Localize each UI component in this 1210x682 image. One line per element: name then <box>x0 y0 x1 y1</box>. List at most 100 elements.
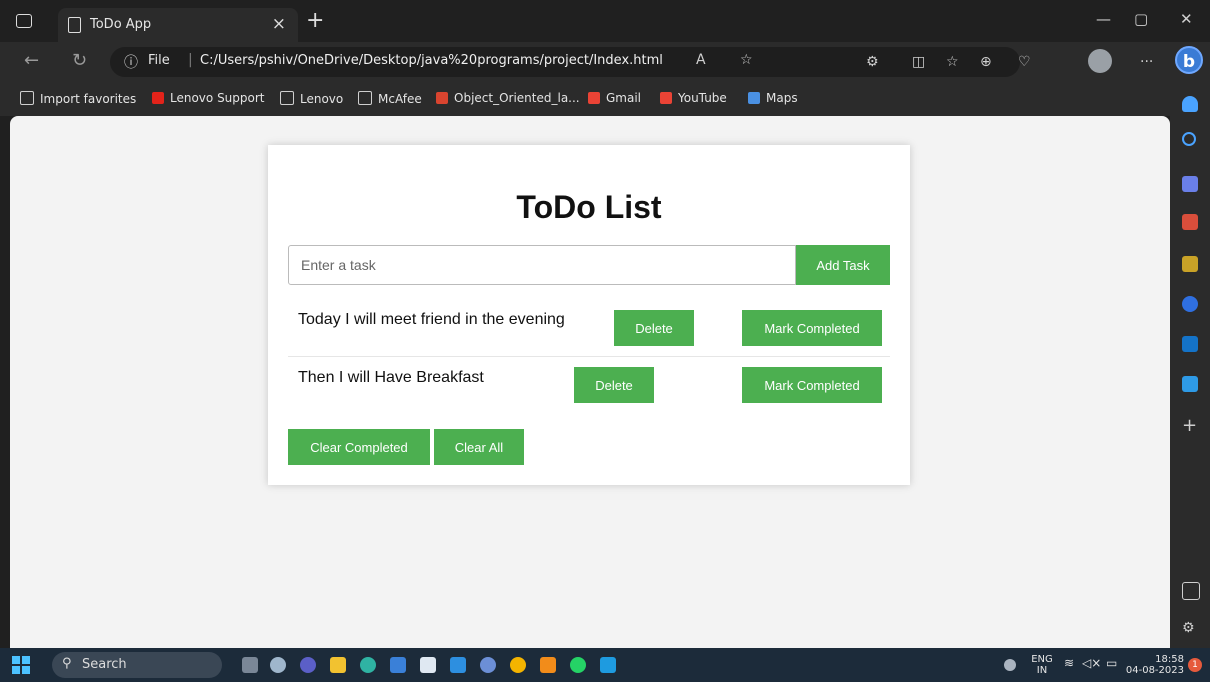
read-aloud-icon[interactable]: A <box>696 52 706 68</box>
maps-icon <box>748 92 760 104</box>
import-icon <box>20 91 34 105</box>
file-explorer-icon[interactable] <box>330 657 346 673</box>
outlook-icon[interactable] <box>1182 336 1198 352</box>
task-input[interactable] <box>288 245 796 285</box>
mark-completed-button[interactable]: Mark Completed <box>742 367 882 403</box>
chrome-icon[interactable] <box>510 657 526 673</box>
favorite-label: Gmail <box>606 91 642 105</box>
favorite-item[interactable]: Gmail <box>588 91 641 105</box>
favorite-item[interactable]: Lenovo <box>280 91 343 106</box>
language-indicator[interactable]: ENG IN <box>1030 654 1054 676</box>
maximize-button[interactable]: ▢ <box>1134 10 1148 28</box>
page-icon <box>358 91 372 105</box>
favorite-label: Object_Oriented_la... <box>454 91 580 105</box>
app-icon[interactable] <box>420 657 436 673</box>
favorite-item[interactable]: Import favorites <box>20 91 136 106</box>
delete-button[interactable]: Delete <box>614 310 694 346</box>
tray-app-icon[interactable] <box>1004 659 1016 671</box>
widgets-icon[interactable] <box>270 657 286 673</box>
vscode-icon[interactable] <box>450 657 466 673</box>
favorite-item[interactable]: McAfee <box>358 91 422 106</box>
tab-title: ToDo App <box>90 17 152 32</box>
windows-start-icon[interactable] <box>12 656 30 674</box>
search-label: Search <box>82 657 127 672</box>
page-title: ToDo List <box>516 189 662 225</box>
favorite-item[interactable]: Lenovo Support <box>152 91 265 105</box>
search-icon: ⚲ <box>62 656 72 671</box>
sidebar-toggle-icon[interactable] <box>1182 582 1200 600</box>
r-icon[interactable] <box>480 657 496 673</box>
new-tab-button[interactable]: + <box>306 8 324 33</box>
date: 04-08-2023 <box>1125 665 1184 676</box>
copilot-icon[interactable] <box>1182 296 1198 312</box>
battery-icon[interactable]: ▭ <box>1106 657 1117 669</box>
games-icon[interactable] <box>1182 256 1198 272</box>
health-icon[interactable]: ♡ <box>1018 54 1031 70</box>
outlook-icon[interactable] <box>600 657 616 673</box>
file-label: File <box>148 53 170 68</box>
info-icon[interactable]: ⓘ <box>124 52 138 72</box>
volume-muted-icon[interactable]: ◁× <box>1082 657 1101 669</box>
store-icon[interactable] <box>390 657 406 673</box>
task-text: Then I will Have Breakfast <box>298 369 484 386</box>
gmail-icon <box>660 92 672 104</box>
tab-actions-icon[interactable] <box>16 14 32 28</box>
favorite-item[interactable]: Maps <box>748 91 798 105</box>
back-icon[interactable]: ← <box>24 50 39 71</box>
time: 18:58 <box>1155 654 1184 665</box>
collections-icon[interactable]: ⊕ <box>980 54 992 70</box>
vlc-icon[interactable] <box>540 657 556 673</box>
favorite-label: Maps <box>766 91 798 105</box>
bing-copilot-icon[interactable]: b <box>1175 46 1203 74</box>
taskbar-search[interactable]: ⚲ Search <box>52 652 222 678</box>
drop-icon[interactable] <box>1182 376 1198 392</box>
language-region: IN <box>1036 665 1048 676</box>
clock[interactable]: 18:58 04-08-2023 <box>1124 654 1184 676</box>
clear-completed-button[interactable]: Clear Completed <box>288 429 430 465</box>
notification-badge[interactable]: 1 <box>1188 658 1202 672</box>
refresh-icon[interactable]: ↻ <box>72 50 87 71</box>
favorite-item[interactable]: Object_Oriented_la... <box>436 91 580 105</box>
settings-gear-icon[interactable]: ⚙ <box>1182 620 1198 636</box>
address-bar-row: ← ↻ ⓘ File | C:/Users/pshiv/OneDrive/Des… <box>0 42 1210 84</box>
favorite-label: Lenovo Support <box>170 91 265 105</box>
edge-icon[interactable] <box>360 657 376 673</box>
close-window-button[interactable]: ✕ <box>1180 10 1193 28</box>
url-text[interactable]: C:/Users/pshiv/OneDrive/Desktop/java%20p… <box>200 53 663 68</box>
mark-completed-button[interactable]: Mark Completed <box>742 310 882 346</box>
add-task-button[interactable]: Add Task <box>796 245 890 285</box>
whatsapp-icon[interactable] <box>570 657 586 673</box>
clear-all-button[interactable]: Clear All <box>434 429 524 465</box>
shopping-tag-icon[interactable] <box>1182 176 1198 192</box>
favorite-label: McAfee <box>378 92 422 106</box>
task-view-icon[interactable] <box>242 657 258 673</box>
tools-icon[interactable] <box>1182 214 1198 230</box>
search-icon[interactable] <box>1182 132 1196 146</box>
favorite-star-icon[interactable]: ☆ <box>740 52 753 68</box>
more-menu-icon[interactable]: ··· <box>1140 54 1153 70</box>
lenovo-icon <box>152 92 164 104</box>
edge-sidebar: + ⚙ <box>1170 84 1210 648</box>
favorites-icon[interactable]: ☆ <box>946 54 959 70</box>
delete-button[interactable]: Delete <box>574 367 654 403</box>
split-screen-icon[interactable]: ◫ <box>912 54 925 70</box>
teams-icon[interactable] <box>300 657 316 673</box>
browser-tab[interactable]: ToDo App × <box>58 8 298 42</box>
language-code: ENG <box>1031 654 1053 665</box>
minimize-button[interactable]: — <box>1096 10 1111 28</box>
page-icon <box>68 17 81 33</box>
notification-bell-icon[interactable] <box>1182 96 1198 112</box>
close-tab-icon[interactable]: × <box>272 14 286 34</box>
address-bar[interactable]: ⓘ File | C:/Users/pshiv/OneDrive/Desktop… <box>110 47 1020 77</box>
favorite-item[interactable]: YouTube <box>660 91 727 105</box>
windows-taskbar: ⚲ Search ENG IN ≋ ◁× ▭ 18:58 04-08-2023 … <box>0 648 1210 682</box>
add-icon[interactable]: + <box>1182 417 1198 435</box>
separator: | <box>188 52 193 68</box>
favorite-label: YouTube <box>678 91 727 105</box>
profile-avatar[interactable] <box>1088 49 1112 73</box>
gmail-icon <box>588 92 600 104</box>
page-icon <box>280 91 294 105</box>
wifi-icon[interactable]: ≋ <box>1064 657 1074 669</box>
task-divider <box>288 356 890 357</box>
extensions-icon[interactable]: ⚙ <box>866 54 879 70</box>
